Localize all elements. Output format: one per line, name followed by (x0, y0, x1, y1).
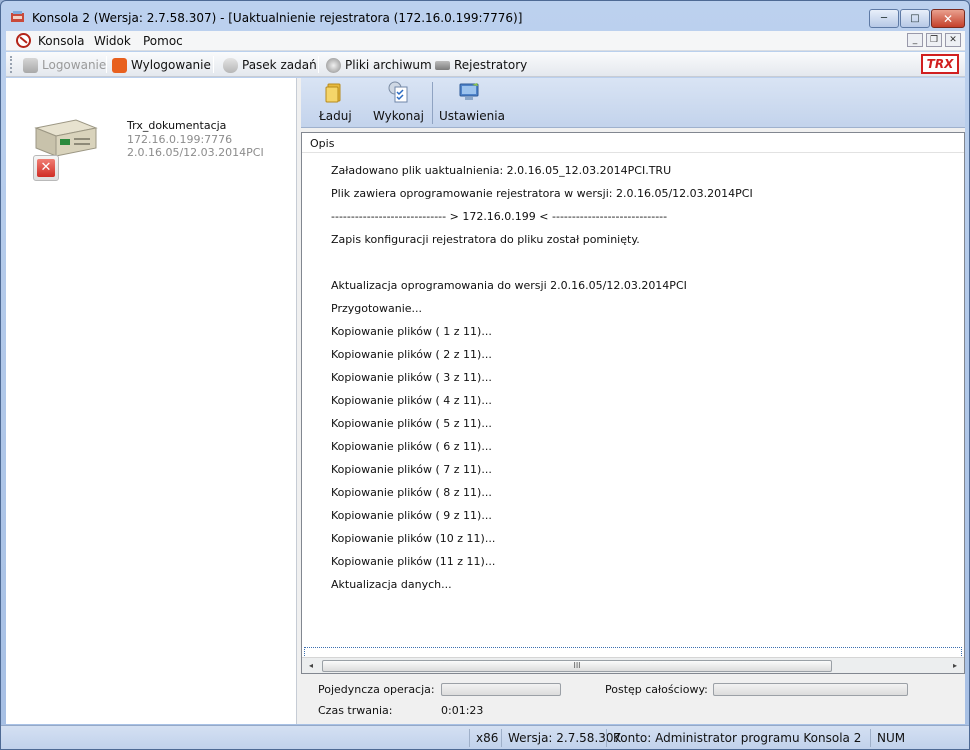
execute-label: Wykonaj (373, 109, 424, 123)
scroll-right-arrow-icon[interactable]: ▸ (948, 660, 962, 672)
log-row[interactable]: Załadowano plik uaktualnienia: 2.0.16.05… (302, 159, 964, 182)
globe-icon (326, 57, 341, 73)
log-row[interactable]: Kopiowanie plików ( 5 z 11)... (302, 412, 964, 435)
content-area: Trx_dokumentacja 172.16.0.199:7776 2.0.1… (6, 78, 965, 724)
mdi-restore-button[interactable]: ❐ (926, 33, 942, 47)
status-account: Konto: Administrator programu Konsola 2 (606, 729, 868, 747)
minimize-button[interactable]: ─ (869, 9, 899, 28)
progress-area: Pojedyncza operacja: Postęp całościowy: … (301, 678, 965, 724)
log-column-header[interactable]: Opis (302, 133, 964, 153)
status-arch: x86 (469, 729, 499, 747)
total-progress (713, 683, 908, 696)
folder-icon (325, 83, 341, 103)
device-name[interactable]: Trx_dokumentacja (127, 119, 226, 132)
taskbar-label: Pasek zadań (242, 58, 317, 72)
close-icon: ✕ (37, 159, 55, 177)
settings-button[interactable]: Ustawienia (439, 81, 505, 125)
log-row[interactable]: Aktualizacja oprogramowania do wersji 2.… (302, 274, 964, 297)
recorders-button[interactable]: Rejestratory (435, 56, 527, 74)
taskbar-button[interactable]: Pasek zadań (223, 56, 317, 74)
mdi-minimize-button[interactable]: _ (907, 33, 923, 47)
power-icon (112, 57, 127, 73)
action-toolbar: Ładuj Wykonaj Ustawienia (301, 78, 965, 128)
logout-button[interactable]: Wylogowanie (112, 56, 211, 74)
total-progress-label: Postęp całościowy: (605, 683, 708, 696)
log-row[interactable] (302, 251, 964, 274)
log-row[interactable]: Kopiowanie plików ( 2 z 11)... (302, 343, 964, 366)
log-row[interactable]: ----------------------------- > 172.16.0… (302, 205, 964, 228)
menu-widok[interactable]: Widok (94, 34, 131, 48)
app-icon (11, 11, 24, 22)
recorder-device-icon[interactable] (30, 118, 100, 158)
execute-button[interactable]: Wykonaj (373, 81, 424, 125)
log-row[interactable]: Kopiowanie plików ( 8 z 11)... (302, 481, 964, 504)
log-row[interactable]: Zapis konfiguracji rejestratora do pliku… (302, 228, 964, 251)
log-rows: Załadowano plik uaktualnienia: 2.0.16.05… (302, 159, 964, 596)
log-row[interactable]: Kopiowanie plików ( 1 z 11)... (302, 320, 964, 343)
log-row[interactable]: Kopiowanie plików ( 6 z 11)... (302, 435, 964, 458)
action-toolbar-separator (432, 82, 433, 124)
scroll-left-arrow-icon[interactable]: ◂ (304, 660, 318, 672)
status-version: Wersja: 2.7.58.307 (501, 729, 621, 747)
duration-value: 0:01:23 (441, 704, 484, 717)
horizontal-scrollbar[interactable]: ◂ III ▸ (302, 657, 964, 673)
no-entry-icon[interactable] (16, 33, 31, 48)
trx-logo: TRX (921, 54, 959, 74)
single-operation-label: Pojedyncza operacja: (318, 683, 435, 696)
login-label: Logowanie (42, 58, 107, 72)
single-operation-progress (441, 683, 561, 696)
log-row[interactable]: Kopiowanie plików ( 3 z 11)... (302, 366, 964, 389)
toolbar-separator (213, 56, 214, 73)
status-num-lock: NUM (870, 729, 922, 747)
log-row[interactable]: Przygotowanie... (302, 297, 964, 320)
paperclip-icon (223, 57, 238, 73)
log-row[interactable]: Aktualizacja danych... (302, 573, 964, 596)
window-title: Konsola 2 (Wersja: 2.7.58.307) - [Uaktua… (32, 11, 523, 25)
logout-label: Wylogowanie (131, 58, 211, 72)
settings-label: Ustawienia (439, 109, 505, 123)
menu-konsola[interactable]: Konsola (38, 34, 85, 48)
status-bar: x86 Wersja: 2.7.58.307 Konto: Administra… (1, 725, 969, 749)
title-bar[interactable]: Konsola 2 (Wersja: 2.7.58.307) - [Uaktua… (1, 1, 969, 31)
archive-files-button[interactable]: Pliki archiwum (326, 56, 432, 74)
update-panel: Ładuj Wykonaj Ustawienia Opis Załadowano… (301, 78, 965, 724)
login-button[interactable]: Logowanie (23, 56, 106, 74)
main-toolbar: Logowanie Wylogowanie Pasek zadań Pliki … (6, 52, 965, 77)
window-controls: ─ □ ✕ (869, 9, 965, 28)
operation-log[interactable]: Opis Załadowano plik uaktualnienia: 2.0.… (301, 132, 965, 674)
scroll-thumb[interactable]: III (322, 660, 832, 672)
load-button[interactable]: Ładuj (319, 81, 352, 125)
menu-pomoc[interactable]: Pomoc (143, 34, 183, 48)
mdi-close-button[interactable]: ✕ (945, 33, 961, 47)
log-row[interactable]: Kopiowanie plików ( 7 z 11)... (302, 458, 964, 481)
toolbar-separator (318, 56, 319, 73)
key-icon (23, 57, 38, 73)
maximize-button[interactable]: □ (900, 9, 930, 28)
log-row[interactable]: Kopiowanie plików ( 4 z 11)... (302, 389, 964, 412)
remove-device-button[interactable]: ✕ (33, 155, 59, 181)
device-list-pane: Trx_dokumentacja 172.16.0.199:7776 2.0.1… (6, 78, 297, 724)
log-row[interactable]: Kopiowanie plików ( 9 z 11)... (302, 504, 964, 527)
recorder-icon (435, 60, 450, 70)
main-window: Konsola 2 (Wersja: 2.7.58.307) - [Uaktua… (0, 0, 970, 750)
log-row[interactable]: Kopiowanie plików (11 z 11)... (302, 550, 964, 573)
menu-bar: Konsola Widok Pomoc _ ❐ ✕ (6, 31, 965, 51)
toolbar-separator (106, 56, 107, 73)
close-button[interactable]: ✕ (931, 9, 965, 28)
task-checklist-icon (388, 81, 408, 103)
toolbar-grip[interactable] (10, 56, 13, 73)
duration-label: Czas trwania: (318, 704, 393, 717)
log-row[interactable]: Plik zawiera oprogramowanie rejestratora… (302, 182, 964, 205)
settings-monitor-icon (459, 83, 479, 100)
mdi-controls: _ ❐ ✕ (907, 33, 961, 47)
archive-files-label: Pliki archiwum (345, 58, 432, 72)
log-row[interactable]: Kopiowanie plików (10 z 11)... (302, 527, 964, 550)
recorders-label: Rejestratory (454, 58, 528, 72)
device-version: 2.0.16.05/12.03.2014PCI (127, 146, 264, 159)
load-label: Ładuj (319, 109, 352, 123)
device-address: 172.16.0.199:7776 (127, 133, 233, 146)
